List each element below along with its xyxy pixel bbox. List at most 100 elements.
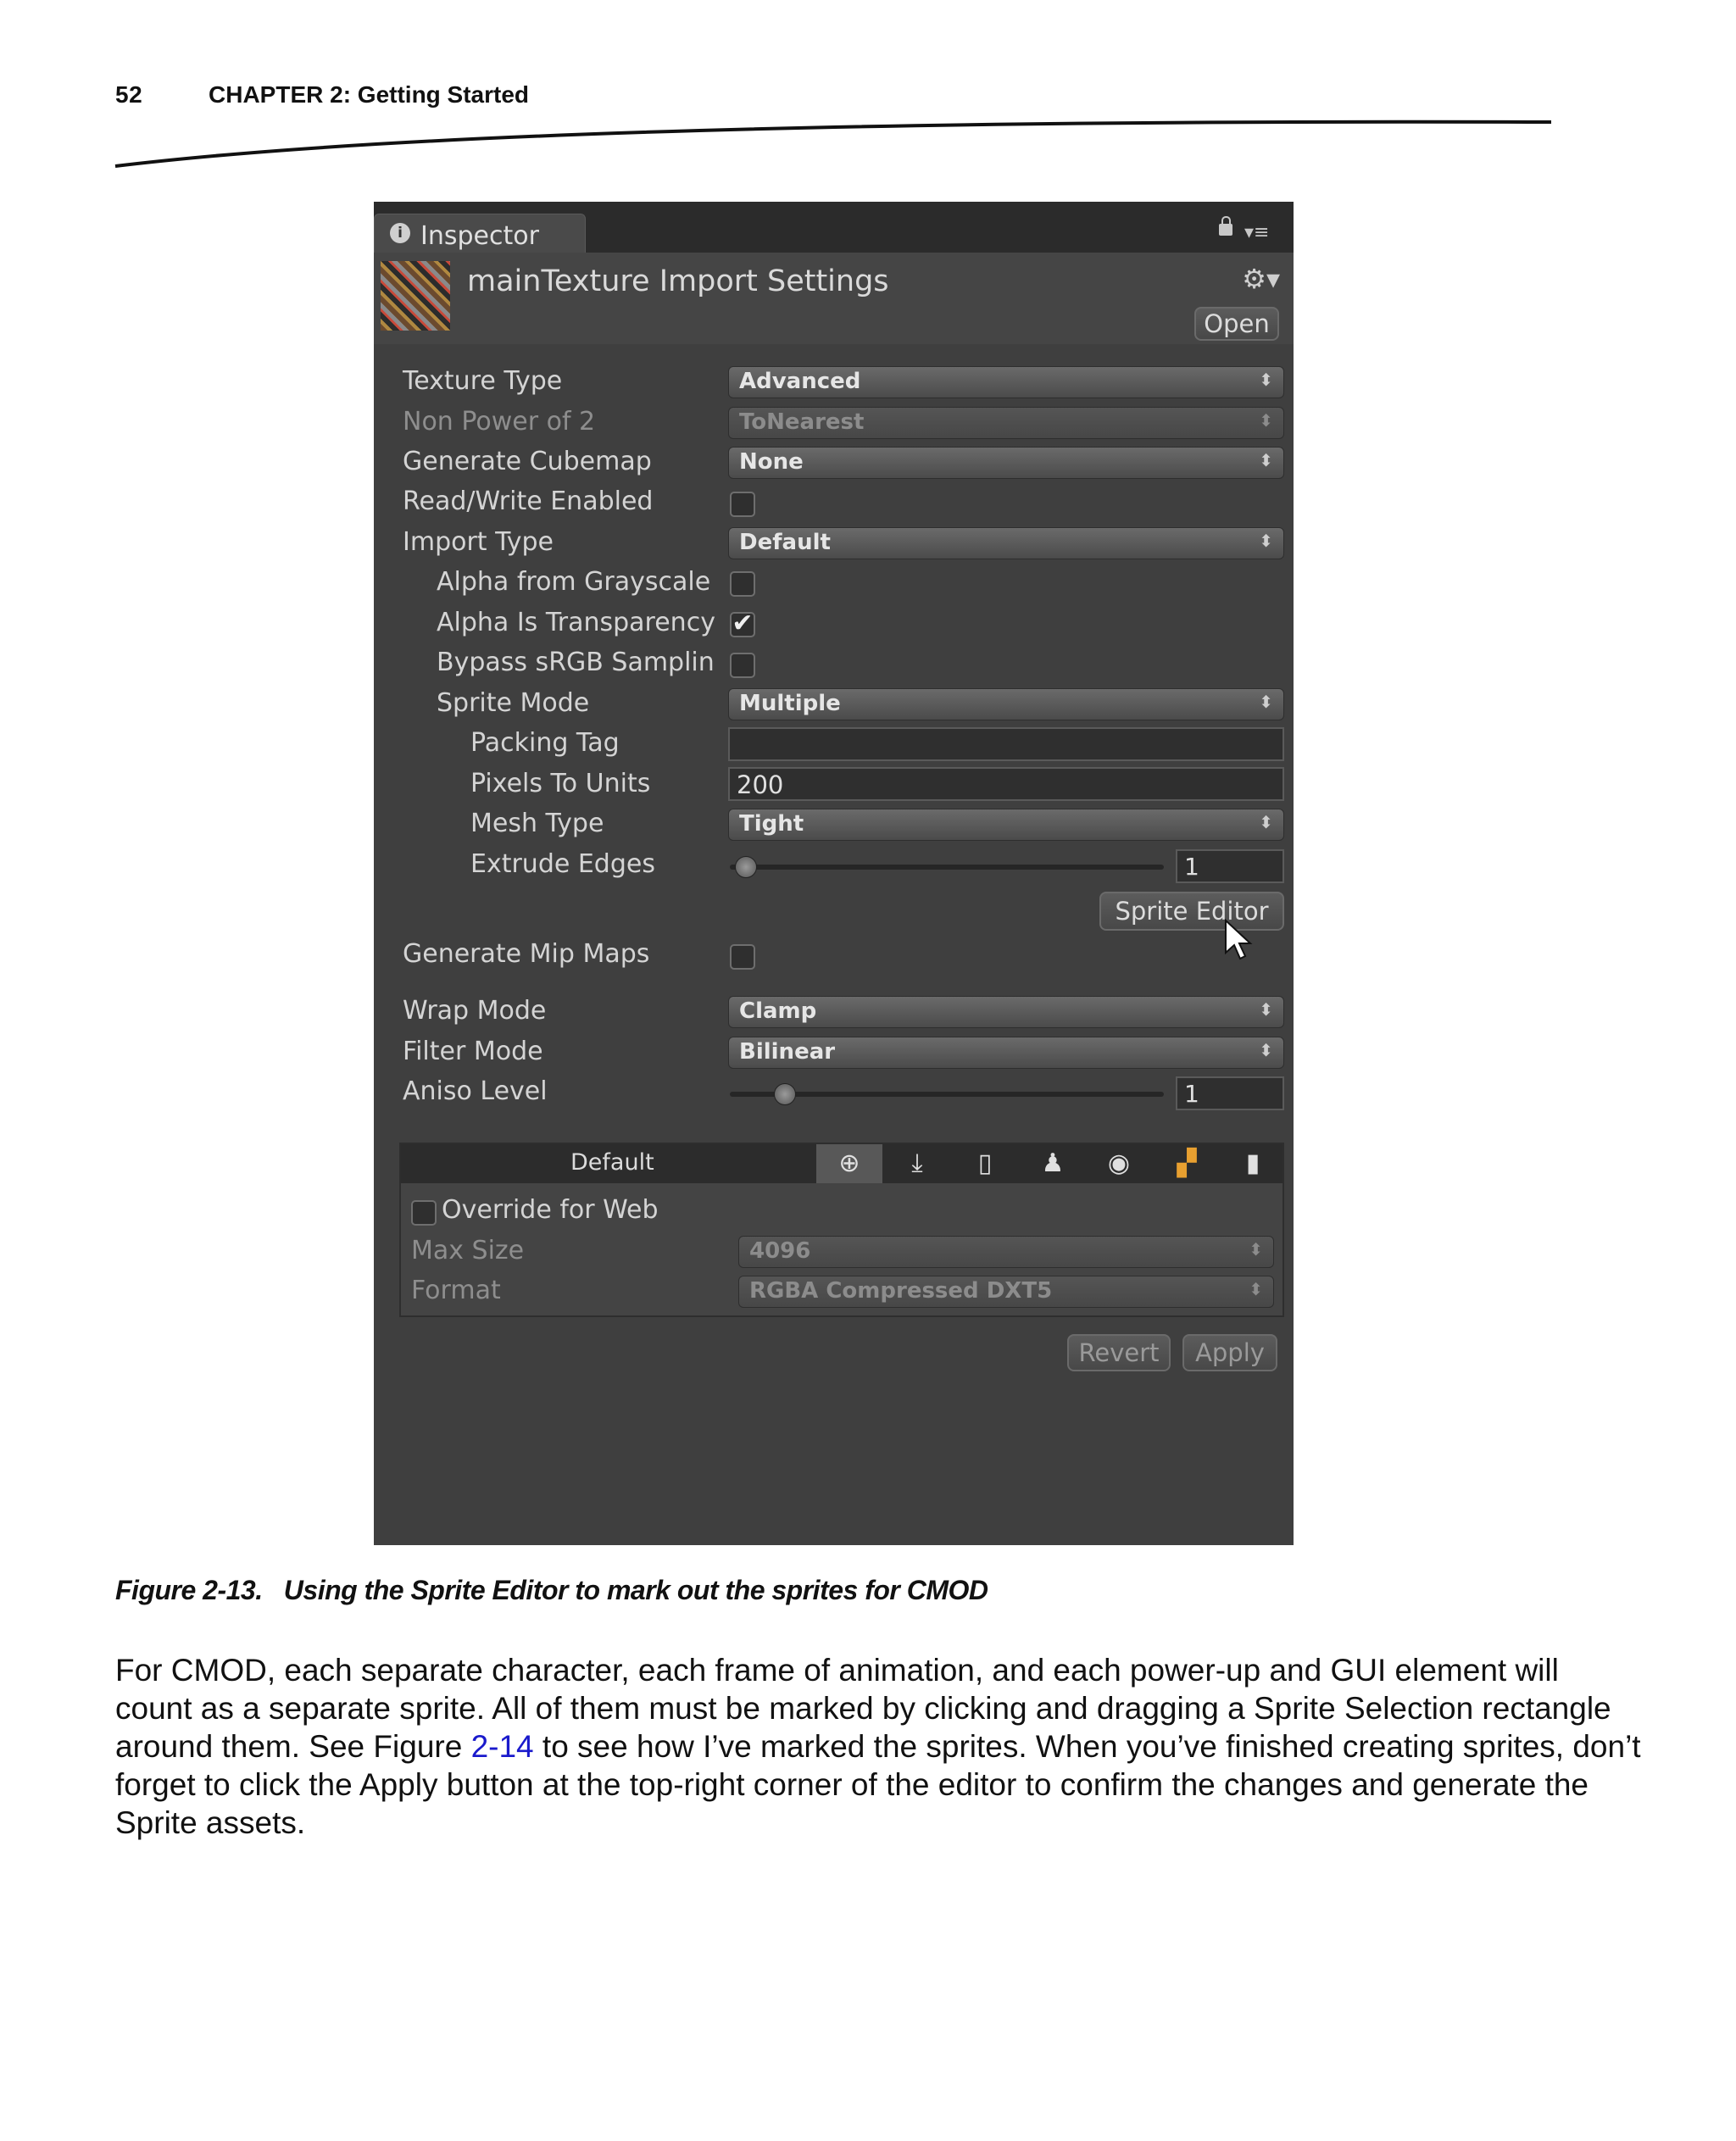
generate-cubemap-dropdown[interactable]: None ⬍ <box>728 447 1284 479</box>
extrude-edges-slider[interactable] <box>730 856 1164 878</box>
extrude-edges-field[interactable]: 1 <box>1176 849 1284 883</box>
extrude-edges-value: 1 <box>1184 853 1199 881</box>
blackberry-icon[interactable]: ◉ <box>1086 1144 1152 1183</box>
filter-mode-label: Filter Mode <box>403 1037 543 1066</box>
tab-default[interactable]: Default <box>570 1149 654 1176</box>
bypass-srgb-label: Bypass sRGB Samplin <box>437 648 715 677</box>
non-power-of-2-label: Non Power of 2 <box>403 407 596 437</box>
platform-tabs: Default ⊕ ⤓ ▯ ♟ ◉ ▞ ▮ <box>401 1144 1283 1183</box>
pixels-to-units-field[interactable]: 200 <box>728 767 1284 801</box>
tab-controls: ▾≡ <box>1207 216 1283 247</box>
format-value: RGBA Compressed DXT5 <box>749 1278 1053 1304</box>
mobile-device-icon[interactable]: ▮ <box>1220 1144 1286 1183</box>
globe-icon[interactable]: ⊕ <box>816 1144 882 1183</box>
sprite-mode-label: Sprite Mode <box>437 688 590 718</box>
lock-icon[interactable] <box>1219 216 1232 236</box>
apply-button[interactable]: Apply <box>1182 1334 1277 1371</box>
open-button[interactable]: Open <box>1194 307 1279 341</box>
read-write-enabled-checkbox[interactable] <box>730 492 755 517</box>
read-write-enabled-label: Read/Write Enabled <box>403 487 654 516</box>
filter-mode-value: Bilinear <box>739 1039 836 1065</box>
texture-type-value: Advanced <box>739 369 861 394</box>
non-power-of-2-value: ToNearest <box>739 409 865 435</box>
format-label: Format <box>411 1276 501 1305</box>
aniso-level-field[interactable]: 1 <box>1176 1076 1284 1110</box>
dropdown-arrow-icon: ⬍ <box>1259 1040 1273 1060</box>
extrude-edges-label: Extrude Edges <box>470 849 655 879</box>
aniso-level-label: Aniso Level <box>403 1076 548 1106</box>
generate-mip-maps-label: Generate Mip Maps <box>403 939 650 969</box>
non-power-of-2-dropdown: ToNearest ⬍ <box>728 407 1284 439</box>
format-dropdown: RGBA Compressed DXT5 ⬍ <box>738 1276 1274 1308</box>
dropdown-arrow-icon: ⬍ <box>1259 812 1273 832</box>
aniso-level-slider[interactable] <box>730 1083 1164 1105</box>
dropdown-arrow-icon: ⬍ <box>1249 1279 1263 1299</box>
phone-icon[interactable]: ▯ <box>952 1144 1018 1183</box>
tab-label: Inspector <box>420 221 539 251</box>
android-icon[interactable]: ♟ <box>1020 1144 1086 1183</box>
wrap-mode-dropdown[interactable]: Clamp ⬍ <box>728 996 1284 1028</box>
figure-link[interactable]: 2-14 <box>471 1729 534 1764</box>
import-type-label: Import Type <box>403 527 554 557</box>
packing-tag-label: Packing Tag <box>470 728 620 758</box>
alpha-from-grayscale-label: Alpha from Grayscale <box>437 567 711 597</box>
figure-number: Figure 2-13. <box>115 1575 263 1605</box>
slider-handle[interactable] <box>774 1083 796 1105</box>
tab-bar: i Inspector ▾≡ <box>374 202 1294 253</box>
filter-mode-dropdown[interactable]: Bilinear ⬍ <box>728 1037 1284 1069</box>
windows-icon[interactable]: ▞ <box>1154 1144 1220 1183</box>
revert-button[interactable]: Revert <box>1067 1334 1171 1371</box>
dropdown-arrow-icon: ⬍ <box>1259 531 1273 551</box>
mesh-type-dropdown[interactable]: Tight ⬍ <box>728 809 1284 841</box>
max-size-value: 4096 <box>749 1238 811 1264</box>
sprite-editor-button[interactable]: Sprite Editor <box>1099 892 1284 931</box>
import-settings-header: mainTexture Import Settings ⚙▾ <box>374 253 1294 344</box>
mesh-type-value: Tight <box>739 811 804 837</box>
tab-inspector[interactable]: i Inspector <box>374 214 586 253</box>
texture-type-dropdown[interactable]: Advanced ⬍ <box>728 366 1284 398</box>
wrap-mode-label: Wrap Mode <box>403 996 547 1026</box>
import-type-value: Default <box>739 530 831 555</box>
pixels-to-units-label: Pixels To Units <box>470 769 651 798</box>
sprite-mode-value: Multiple <box>739 691 841 716</box>
inspector-panel: i Inspector ▾≡ mainTexture Import Settin… <box>374 202 1294 1545</box>
max-size-label: Max Size <box>411 1236 525 1265</box>
figure-caption: Figure 2-13. Using the Sprite Editor to … <box>115 1575 988 1606</box>
bypass-srgb-checkbox[interactable] <box>730 653 755 678</box>
body-text: For CMOD, each separate character, each … <box>115 1651 1641 1842</box>
slider-handle[interactable] <box>735 856 757 878</box>
dropdown-arrow-icon: ⬍ <box>1249 1239 1263 1260</box>
import-type-dropdown[interactable]: Default ⬍ <box>728 527 1284 559</box>
texture-thumbnail <box>381 261 450 331</box>
info-icon: i <box>390 223 410 243</box>
texture-type-label: Texture Type <box>403 366 563 396</box>
menu-icon[interactable]: ▾≡ <box>1244 222 1269 243</box>
header-rule <box>114 120 1552 168</box>
wrap-mode-value: Clamp <box>739 998 817 1024</box>
page-title: mainTexture Import Settings <box>467 264 889 298</box>
paragraph: For CMOD, each separate character, each … <box>115 1651 1641 1842</box>
download-icon[interactable]: ⤓ <box>884 1144 950 1183</box>
platform-settings: Default ⊕ ⤓ ▯ ♟ ◉ ▞ ▮ Override for Web M… <box>399 1143 1284 1317</box>
alpha-is-transparency-label: Alpha Is Transparency <box>437 608 715 637</box>
figure-caption-text: Using the Sprite Editor to mark out the … <box>283 1575 988 1605</box>
override-for-web-label: Override for Web <box>442 1195 659 1225</box>
dropdown-arrow-icon: ⬍ <box>1259 410 1273 431</box>
alpha-from-grayscale-checkbox[interactable] <box>730 571 755 597</box>
packing-tag-field[interactable] <box>728 727 1284 761</box>
pixels-to-units-value: 200 <box>737 770 784 799</box>
generate-mip-maps-checkbox[interactable] <box>730 944 755 970</box>
dropdown-arrow-icon: ⬍ <box>1259 692 1273 712</box>
sprite-mode-dropdown[interactable]: Multiple ⬍ <box>728 688 1284 720</box>
override-for-web-checkbox[interactable] <box>411 1200 437 1226</box>
generate-cubemap-label: Generate Cubemap <box>403 447 652 476</box>
dropdown-arrow-icon: ⬍ <box>1259 999 1273 1020</box>
aniso-level-value: 1 <box>1184 1080 1199 1108</box>
page-number: 52 <box>115 81 143 108</box>
alpha-is-transparency-checkbox[interactable]: ✔ <box>730 611 755 637</box>
gear-icon[interactable]: ⚙▾ <box>1242 263 1280 295</box>
mouse-cursor-icon <box>1225 919 1253 960</box>
generate-cubemap-value: None <box>739 449 804 475</box>
dropdown-arrow-icon: ⬍ <box>1259 370 1273 390</box>
mesh-type-label: Mesh Type <box>470 809 604 838</box>
